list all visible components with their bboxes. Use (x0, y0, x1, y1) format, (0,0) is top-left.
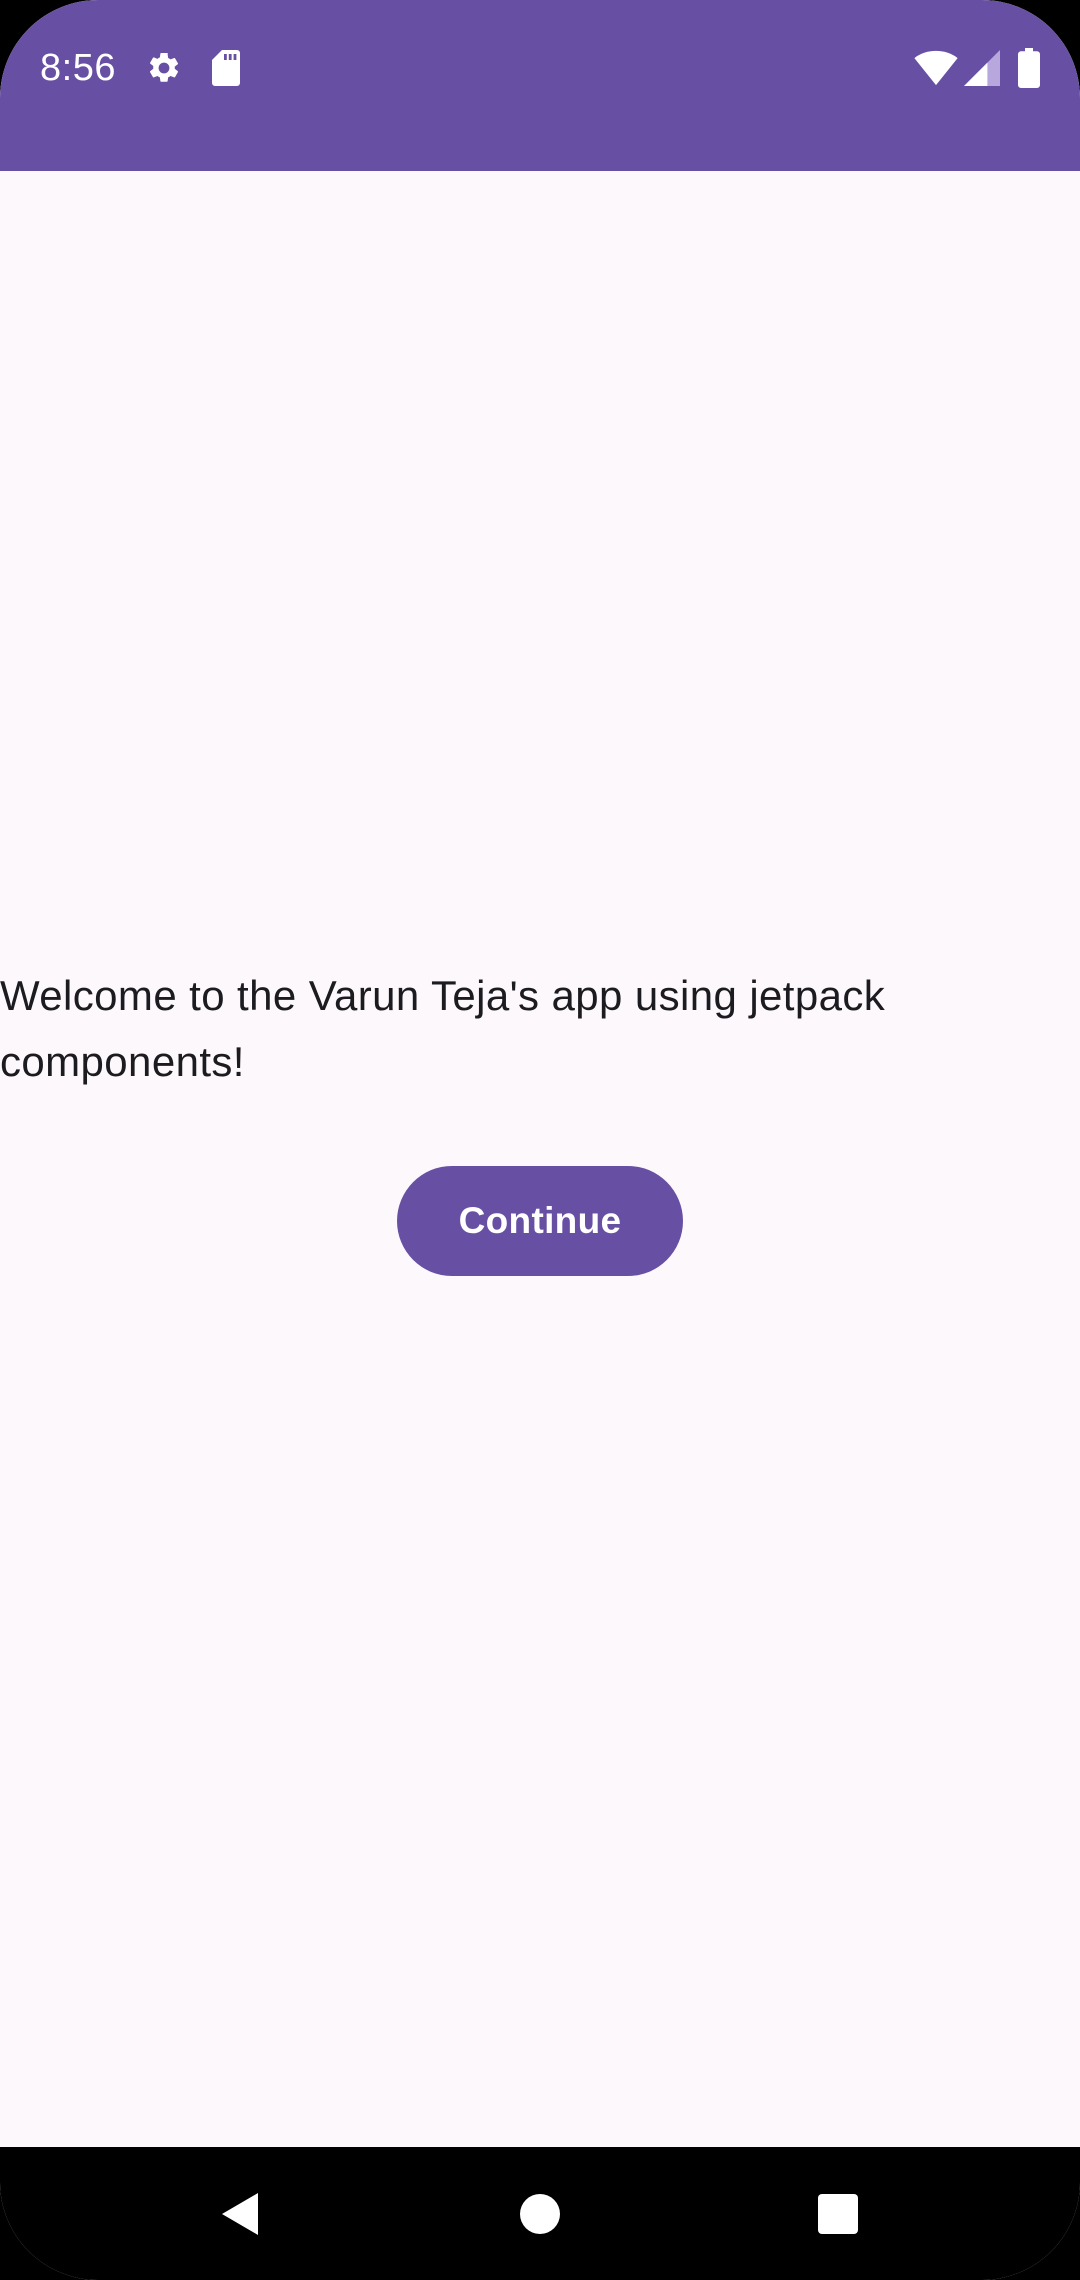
device-screen: 8:56 Welcome to the Varun Teja's app usi… (0, 0, 1080, 2280)
recents-icon (818, 2193, 858, 2234)
nav-back-button[interactable] (190, 2147, 290, 2280)
wifi-icon (914, 50, 958, 86)
sd-card-icon (212, 50, 240, 86)
status-bar: 8:56 (0, 0, 1080, 171)
status-time: 8:56 (40, 47, 116, 89)
back-icon (222, 2192, 258, 2235)
navigation-bar (0, 2147, 1080, 2280)
gear-icon (149, 52, 179, 82)
signal-icon (964, 50, 1000, 86)
main-content: Welcome to the Varun Teja's app using je… (0, 171, 1080, 2147)
welcome-message: Welcome to the Varun Teja's app using je… (0, 972, 886, 1085)
battery-icon (1018, 48, 1040, 88)
home-icon (520, 2193, 560, 2234)
nav-recents-button[interactable] (788, 2147, 888, 2280)
nav-home-button[interactable] (490, 2147, 590, 2280)
continue-button[interactable]: Continue (397, 1166, 683, 1276)
